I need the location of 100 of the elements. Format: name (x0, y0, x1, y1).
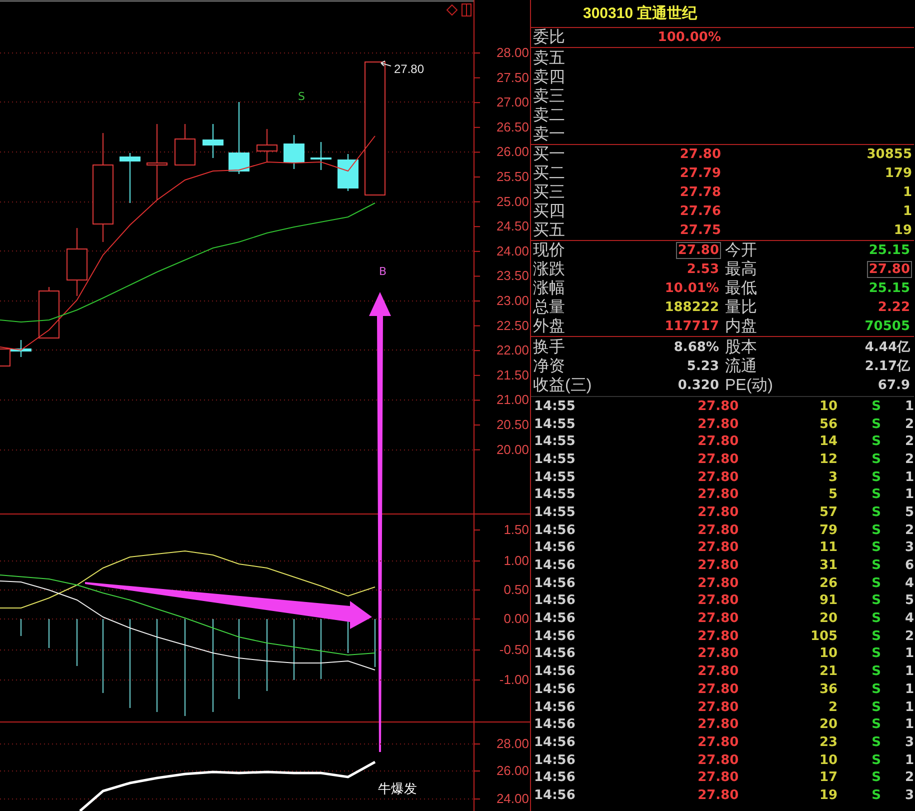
axis-label: 28.00 (496, 45, 529, 60)
bid-volume: 1 (902, 204, 912, 219)
trade-side: S (872, 664, 881, 680)
trade-volume: 36 (818, 682, 838, 698)
field-value: 5.23 (686, 358, 720, 375)
field-label: 买三 (533, 183, 565, 202)
trade-price: 27.80 (696, 434, 739, 450)
trade-time: 14:55 (534, 416, 576, 433)
trade-volume: 11 (818, 540, 838, 556)
trade-count: 2 (904, 416, 914, 433)
trade-volume: 21 (818, 664, 838, 680)
trade-price: 27.80 (696, 717, 739, 734)
trade-volume: 91 (818, 593, 838, 610)
trade-volume: 12 (818, 452, 838, 468)
field-label: 股本 (725, 338, 757, 357)
field-label: 今开 (725, 241, 757, 260)
trade-side: S (872, 504, 881, 521)
trade-count: 2 (904, 434, 914, 450)
trade-time: 14:55 (534, 398, 576, 415)
trade-time: 14:56 (534, 717, 576, 734)
field-value: 25.15 (868, 242, 911, 259)
trade-price: 27.80 (696, 628, 739, 645)
bid-volume: 179 (884, 166, 912, 181)
trade-side: S (872, 434, 881, 450)
trade-count: 3 (904, 788, 914, 804)
trade-side: S (872, 770, 881, 786)
field-label: 最高 (725, 260, 757, 279)
trade-side: S (872, 593, 881, 610)
axis-label: 28.00 (496, 736, 529, 751)
trade-price: 27.80 (696, 646, 739, 662)
trade-volume: 2 (828, 700, 838, 716)
trade-count: 5 (904, 593, 914, 610)
trade-side: S (872, 628, 881, 645)
bid-price: 27.80 (680, 147, 721, 162)
field-value: 0.320 (676, 377, 720, 394)
field-label: 涨幅 (533, 279, 565, 298)
trade-volume: 10 (818, 398, 838, 415)
candlestick (66, 228, 88, 296)
trade-time: 14:56 (534, 558, 576, 574)
candlestick (256, 128, 278, 162)
trade-side: S (872, 611, 881, 628)
trade-volume: 14 (818, 434, 838, 450)
candlestick (202, 124, 224, 158)
trade-count: 2 (904, 628, 914, 645)
field-label: 总量 (533, 298, 565, 317)
trade-price: 27.80 (696, 487, 739, 504)
trade-count: 4 (904, 576, 914, 592)
bid-volume: 30855 (866, 147, 912, 162)
field-value: 70505 (864, 318, 911, 335)
trade-side: S (872, 487, 881, 504)
trade-time: 14:56 (534, 540, 576, 556)
bid-price: 27.76 (680, 204, 721, 219)
trade-volume: 10 (818, 752, 838, 769)
field-label: 卖三 (533, 86, 565, 106)
trade-volume: 5 (828, 487, 838, 504)
field-value: 117717 (664, 318, 720, 335)
trade-volume: 79 (818, 522, 838, 539)
field-value: 67.9 (876, 377, 911, 394)
trade-time: 14:56 (534, 664, 576, 680)
axis-label: 22.00 (496, 342, 529, 358)
axis-label: 22.50 (496, 318, 529, 333)
field-value: 4.44亿 (864, 339, 911, 356)
trade-time: 14:56 (534, 734, 576, 751)
trade-side: S (872, 416, 881, 433)
trade-side: S (872, 646, 881, 662)
price-label: 27.80 (394, 62, 424, 76)
trade-price: 27.80 (696, 770, 739, 786)
trade-price: 27.80 (696, 558, 739, 574)
field-label: 买一 (533, 145, 565, 164)
axis-label: 27.00 (496, 94, 529, 110)
trade-count: 1 (904, 664, 914, 680)
trade-count: 1 (904, 717, 914, 734)
trade-time: 14:56 (534, 522, 576, 539)
field-value: 27.80 (676, 242, 721, 259)
trade-price: 27.80 (696, 700, 739, 716)
field-value: 188222 (664, 299, 720, 316)
bid-volume: 1 (902, 185, 912, 200)
field-label: 收益(三) (533, 376, 592, 395)
trade-count: 1 (904, 487, 914, 504)
trade-volume: 105 (809, 628, 838, 645)
signal-label: S (298, 90, 305, 103)
field-value: 2.22 (876, 299, 911, 316)
trade-count: 2 (904, 770, 914, 786)
panel-icon[interactable] (462, 4, 472, 16)
trade-time: 14:56 (534, 682, 576, 698)
signal-label: 牛爆发 (378, 781, 417, 796)
field-label: 卖二 (533, 106, 565, 124)
field-value: 10.01% (664, 280, 720, 297)
trade-time: 14:56 (534, 593, 576, 610)
candlestick (310, 142, 332, 170)
trade-count: 6 (904, 558, 914, 574)
axis-label: 25.50 (496, 169, 529, 184)
trade-side: S (872, 452, 881, 468)
axis-label: -0.50 (499, 642, 529, 657)
trade-volume: 23 (818, 734, 838, 751)
axis-label: 20.00 (496, 442, 529, 457)
trade-volume: 31 (818, 558, 838, 574)
trade-side: S (872, 398, 881, 415)
diamond-icon[interactable] (446, 4, 458, 16)
trade-time: 14:56 (534, 576, 576, 592)
